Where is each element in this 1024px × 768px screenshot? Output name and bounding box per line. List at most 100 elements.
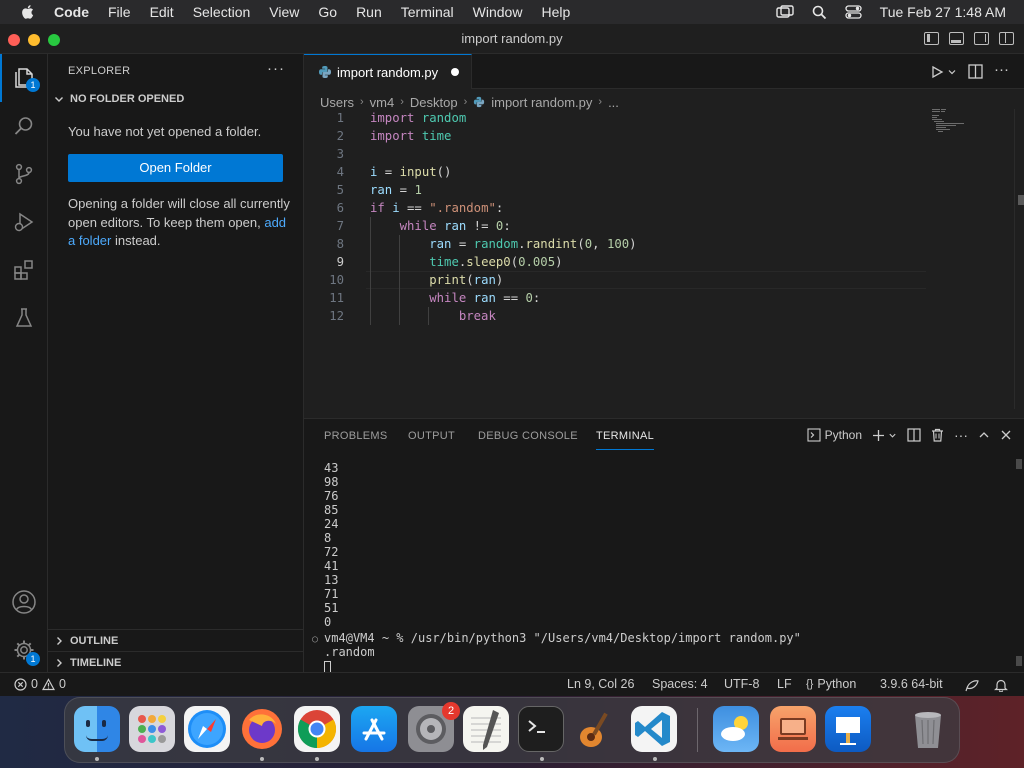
minimap[interactable] (932, 109, 982, 139)
run-options-chevron-icon[interactable] (947, 67, 957, 77)
tab-output[interactable]: OUTPUT (408, 430, 455, 442)
garageband-icon[interactable] (574, 706, 620, 752)
code-line[interactable]: 12 break (304, 307, 1024, 325)
vscode-icon[interactable] (631, 706, 677, 752)
scrollbar-thumb[interactable] (1016, 459, 1022, 469)
editor-tab[interactable]: import random.py (304, 54, 472, 89)
breadcrumb-users[interactable]: Users (320, 95, 354, 110)
breadcrumb-symbols[interactable]: ... (608, 95, 619, 110)
code-line[interactable]: 1 import random (304, 109, 1024, 127)
search-icon[interactable] (0, 102, 48, 150)
accounts-icon[interactable] (0, 578, 48, 626)
editor-more-actions-icon[interactable]: ··· (994, 61, 1009, 78)
terminal-icon[interactable] (518, 706, 564, 752)
scrollbar-thumb[interactable] (1016, 656, 1022, 666)
code-line[interactable]: 10 print(ran) (304, 271, 1024, 289)
run-and-debug-icon[interactable] (0, 198, 48, 246)
code-line[interactable]: 8 ran = random.randint(0, 100) (304, 235, 1024, 253)
testing-icon[interactable] (0, 294, 48, 342)
close-panel-icon[interactable] (1000, 429, 1012, 441)
unsaved-dot-icon[interactable] (451, 68, 459, 76)
screen-sharing-icon[interactable] (770, 706, 816, 752)
manage-gear-icon[interactable]: 1 (0, 626, 48, 674)
trash-icon[interactable] (905, 706, 951, 752)
menu-window[interactable]: Window (473, 4, 523, 20)
toggle-primary-sidebar-icon[interactable] (924, 32, 939, 45)
code-line[interactable]: 4 i = input() (304, 163, 1024, 181)
python-interpreter-status[interactable]: 3.9.6 64-bit (880, 677, 943, 691)
code-line[interactable]: 3 (304, 145, 1024, 163)
language-mode-status[interactable]: {} Python (806, 677, 856, 691)
screen-mirroring-icon[interactable] (775, 5, 794, 19)
new-terminal-plus-icon[interactable] (872, 429, 885, 442)
open-folder-button[interactable]: Open Folder (68, 154, 283, 182)
problems-status[interactable]: 0 0 (14, 677, 66, 691)
tab-debug-console[interactable]: DEBUG CONSOLE (478, 430, 578, 442)
menu-view[interactable]: View (269, 4, 299, 20)
menu-file[interactable]: File (108, 4, 131, 20)
breadcrumb-file[interactable]: import random.py (491, 95, 592, 110)
menu-edit[interactable]: Edit (150, 4, 174, 20)
launchpad-icon[interactable] (129, 706, 175, 752)
source-control-icon[interactable] (0, 150, 48, 198)
indentation-status[interactable]: Spaces: 4 (652, 677, 708, 691)
finder-icon[interactable] (74, 706, 120, 752)
kill-terminal-trash-icon[interactable] (931, 428, 944, 442)
apple-logo-icon[interactable] (20, 4, 34, 20)
split-terminal-icon[interactable] (907, 428, 921, 442)
encoding-status[interactable]: UTF-8 (724, 677, 759, 691)
breadcrumb-vm4[interactable]: vm4 (370, 95, 395, 110)
cursor-position[interactable]: Ln 9, Col 26 (567, 677, 634, 691)
extensions-icon[interactable] (0, 246, 48, 294)
toggle-secondary-sidebar-icon[interactable] (974, 32, 989, 45)
eol-status[interactable]: LF (777, 677, 792, 691)
terminal-view[interactable]: 43 98 76 85 24 8 72 41 13 71 51 0 ○ vm4@VM4 ~ % /us… (304, 459, 1024, 673)
panel-more-actions-icon[interactable]: ··· (954, 427, 968, 443)
menu-go[interactable]: Go (318, 4, 337, 20)
tab-terminal[interactable]: TERMINAL (596, 430, 654, 442)
code-line[interactable]: 11 while ran == 0: (304, 289, 1024, 307)
menu-terminal[interactable]: Terminal (401, 4, 454, 20)
safari-icon[interactable] (184, 706, 230, 752)
keynote-icon[interactable] (825, 706, 871, 752)
chrome-icon[interactable] (294, 706, 340, 752)
terminal-scrollbar[interactable] (1014, 459, 1024, 673)
control-center-icon[interactable] (845, 5, 862, 19)
menu-app-name[interactable]: Code (54, 4, 89, 20)
run-python-file-icon[interactable] (930, 65, 944, 79)
sidebar-more-actions-button[interactable]: ··· (267, 60, 285, 77)
scrollbar-thumb[interactable] (1018, 195, 1024, 205)
code-line[interactable]: 6 if i == ".random": (304, 199, 1024, 217)
code-line[interactable]: 7 while ran != 0: (304, 217, 1024, 235)
explorer-icon[interactable]: 1 (0, 54, 48, 102)
code-line[interactable]: 5 ran = 1 (304, 181, 1024, 199)
toggle-panel-icon[interactable] (949, 32, 964, 45)
tab-problems[interactable]: PROBLEMS (324, 430, 388, 442)
split-editor-icon[interactable] (968, 64, 983, 79)
firefox-icon[interactable] (239, 706, 285, 752)
menu-bar-clock[interactable]: Tue Feb 27 1:48 AM (880, 4, 1006, 20)
terminal-profile-label[interactable]: Python (825, 428, 862, 442)
outline-section-header[interactable]: OUTLINE (54, 635, 118, 647)
menu-help[interactable]: Help (541, 4, 570, 20)
code-token: while (429, 291, 467, 305)
textedit-icon[interactable] (463, 706, 509, 752)
customize-layout-icon[interactable] (999, 32, 1014, 45)
menu-run[interactable]: Run (356, 4, 382, 20)
timeline-section-header[interactable]: TIMELINE (54, 657, 121, 669)
code-line[interactable]: 2 import time (304, 127, 1024, 145)
terminal-dropdown-chevron-icon[interactable] (888, 431, 897, 440)
feedback-icon[interactable] (965, 678, 980, 692)
weather-icon[interactable] (713, 706, 759, 752)
notifications-bell-icon[interactable] (994, 678, 1008, 692)
app-store-icon[interactable] (351, 706, 397, 752)
maximize-panel-chevron-up-icon[interactable] (978, 429, 990, 441)
spotlight-search-icon[interactable] (812, 5, 827, 20)
editor-scrollbar[interactable] (1014, 109, 1024, 409)
menu-selection[interactable]: Selection (193, 4, 251, 20)
code-line[interactable]: 9 time.sleep0(0.005) (304, 253, 1024, 271)
no-folder-section-header[interactable]: NO FOLDER OPENED (54, 93, 184, 105)
code-editor[interactable]: 1 import random 2 import time 3 4 i = input() 5… (304, 109, 1024, 409)
breadcrumb-desktop[interactable]: Desktop (410, 95, 458, 110)
